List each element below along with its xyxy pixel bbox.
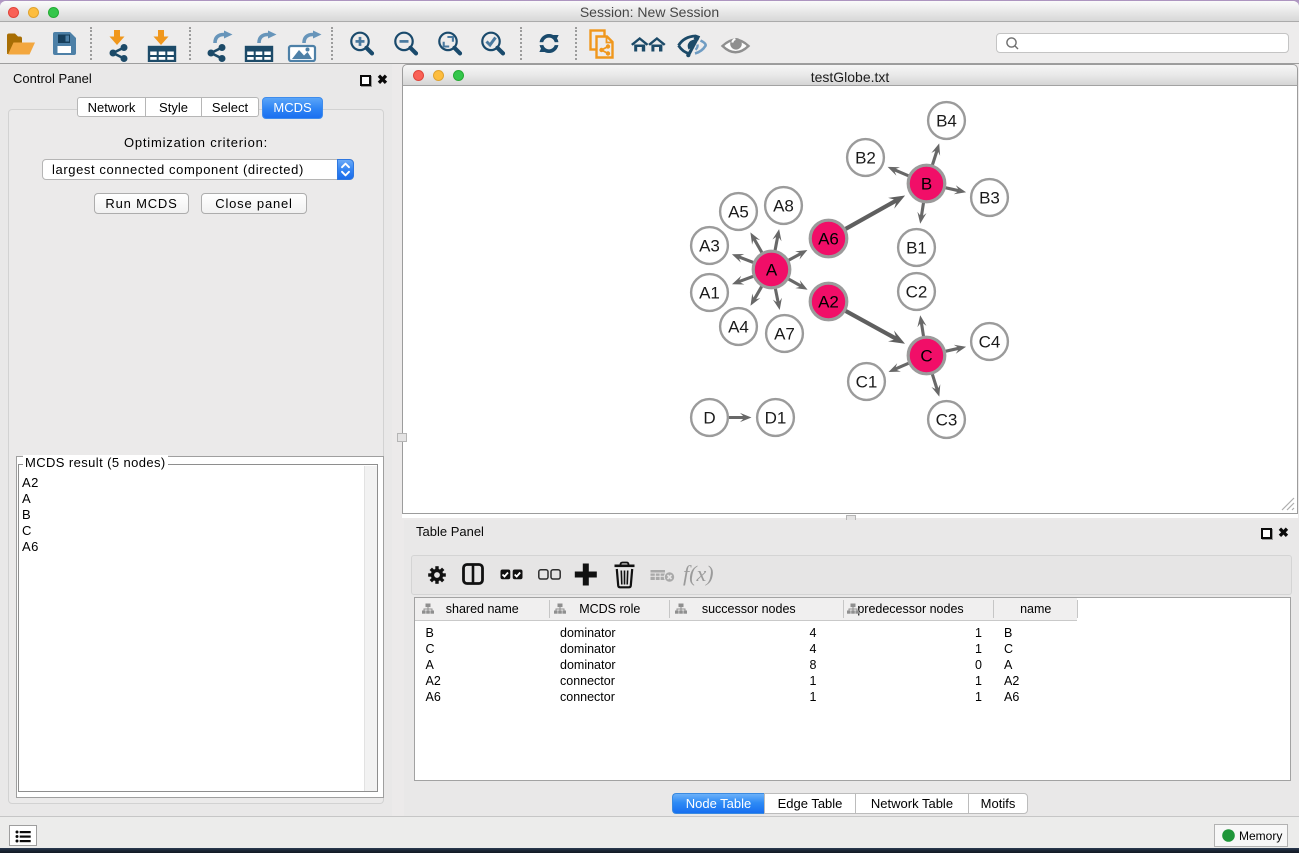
svg-text:A: A — [766, 261, 778, 280]
svg-text:A7: A7 — [774, 325, 795, 344]
svg-text:A2: A2 — [818, 293, 839, 312]
svg-text:B4: B4 — [936, 112, 957, 131]
svg-text:A5: A5 — [728, 203, 749, 222]
svg-text:A3: A3 — [699, 237, 720, 256]
svg-text:C3: C3 — [936, 411, 958, 430]
svg-text:D: D — [703, 409, 715, 428]
svg-text:A1: A1 — [699, 284, 720, 303]
svg-text:B3: B3 — [979, 189, 1000, 208]
svg-text:C4: C4 — [979, 333, 1001, 352]
svg-text:A8: A8 — [773, 197, 794, 216]
svg-text:C1: C1 — [856, 373, 878, 392]
svg-text:D1: D1 — [765, 409, 787, 428]
svg-text:C: C — [920, 347, 932, 366]
svg-text:A4: A4 — [728, 318, 749, 337]
svg-text:B1: B1 — [906, 239, 927, 258]
svg-text:B2: B2 — [855, 149, 876, 168]
svg-text:C2: C2 — [906, 283, 928, 302]
svg-text:B: B — [921, 175, 932, 194]
svg-text:A6: A6 — [818, 230, 839, 249]
